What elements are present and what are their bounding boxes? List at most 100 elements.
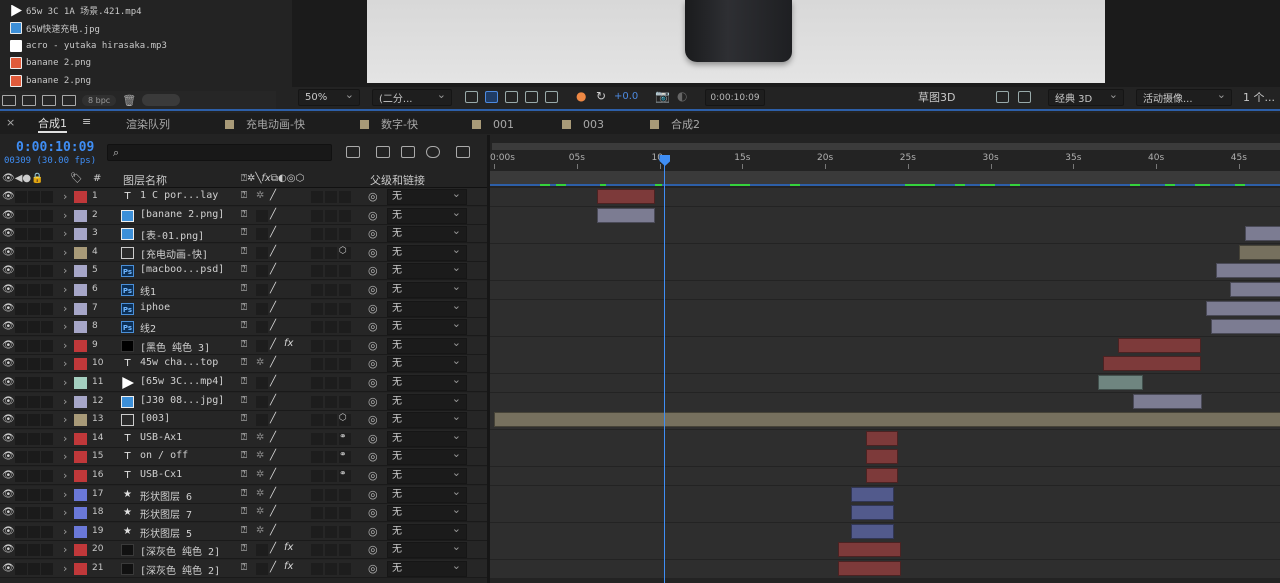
parent-dropdown[interactable]: 无 — [387, 522, 467, 540]
layer-row[interactable]: 👁 › 21 [深灰色 纯色 2] ⍰ ╱ fx ◎ 无 — [0, 559, 1280, 578]
parent-dropdown[interactable]: 无 — [387, 187, 467, 205]
parent-pickwhip-icon[interactable]: ◎ — [368, 525, 378, 538]
visibility-eye-icon[interactable]: 👁 — [2, 265, 15, 276]
visibility-eye-icon[interactable]: 👁 — [2, 303, 15, 314]
shy-switch-icon[interactable]: ⍰ — [241, 339, 247, 350]
switch-box[interactable] — [311, 209, 323, 222]
visibility-eye-icon[interactable]: 👁 — [2, 544, 15, 555]
av-switch[interactable] — [15, 414, 27, 427]
switch-box[interactable] — [325, 321, 337, 334]
3d-layer-icon[interactable]: ⬡ — [339, 246, 347, 256]
shy-switch-icon[interactable]: ⍰ — [241, 469, 247, 480]
quality-switch-icon[interactable]: ╱ — [270, 450, 276, 461]
av-switch[interactable] — [41, 284, 53, 296]
collapse-switch-icon[interactable]: ✲ — [256, 357, 264, 368]
twirl-chevron-icon[interactable]: › — [63, 302, 67, 315]
layer-track[interactable] — [490, 541, 1280, 560]
visibility-eye-icon[interactable]: 👁 — [2, 247, 15, 258]
av-switch[interactable] — [15, 488, 27, 501]
project-item[interactable]: 65w 3C 1A 场景.421.mp4 — [0, 2, 272, 19]
switch-box[interactable] — [339, 525, 351, 538]
parent-pickwhip-icon[interactable]: ◎ — [368, 302, 378, 315]
twirl-chevron-icon[interactable]: › — [63, 209, 67, 222]
layer-row[interactable]: 👁 › 11 [65w 3C...mp4] ⍰ ╱ ◎ 无 — [0, 373, 1280, 392]
av-switch[interactable] — [15, 209, 27, 222]
parent-pickwhip-icon[interactable]: ◎ — [368, 339, 378, 352]
switch-box[interactable] — [339, 209, 351, 222]
close-tab-icon[interactable]: × — [6, 116, 15, 129]
label-color-swatch[interactable] — [74, 488, 87, 501]
switch-box[interactable] — [311, 339, 323, 352]
switch-box[interactable] — [311, 544, 323, 557]
switch-box[interactable] — [311, 488, 323, 501]
collapse-switch-icon[interactable]: ✲ — [256, 469, 264, 480]
layer-track[interactable] — [490, 243, 1280, 262]
layer-name[interactable]: on / off — [140, 450, 188, 461]
layer-track[interactable] — [490, 560, 1280, 578]
av-switch[interactable] — [28, 302, 40, 315]
label-color-swatch[interactable] — [74, 302, 87, 315]
layer-track[interactable] — [490, 336, 1280, 355]
shy-switch-icon[interactable]: ⍰ — [241, 264, 247, 275]
av-switch[interactable] — [15, 525, 27, 538]
label-color-swatch[interactable] — [74, 395, 87, 408]
switch-box[interactable] — [325, 432, 337, 445]
tab-2[interactable]: 充电动画-快 — [225, 116, 305, 132]
collapse-switch[interactable] — [256, 544, 268, 557]
resolution-dropdown[interactable]: (二分... — [372, 88, 452, 106]
av-switch[interactable] — [28, 544, 40, 557]
av-switch[interactable] — [41, 321, 53, 334]
quality-switch-icon[interactable]: ╱ — [270, 190, 276, 201]
parent-dropdown[interactable]: 无 — [387, 373, 467, 391]
visibility-eye-icon[interactable]: 👁 — [2, 470, 15, 481]
av-switch[interactable] — [28, 339, 40, 352]
snapshot-icon[interactable]: 📷 — [655, 89, 670, 103]
layer-track[interactable] — [490, 448, 1280, 467]
av-switch[interactable] — [28, 246, 40, 259]
switch-box[interactable] — [325, 563, 337, 575]
draft-3d-toggle[interactable]: 草图3D — [918, 89, 955, 105]
layer-track[interactable] — [490, 374, 1280, 392]
switch-box[interactable] — [339, 395, 351, 408]
av-switch[interactable] — [28, 209, 40, 222]
reset-exposure-icon[interactable]: ↻ — [596, 89, 606, 103]
layer-row[interactable]: 👁 › 2 [banane 2.png] ⍰ ╱ ◎ 无 — [0, 206, 1280, 225]
layer-row[interactable]: 👁 › 5 Ps [macboo...psd] ⍰ ╱ ◎ 无 — [0, 261, 1280, 281]
quality-switch-icon[interactable]: ╱ — [270, 432, 276, 443]
collapse-switch[interactable] — [256, 339, 268, 352]
layer-row[interactable]: 👁 › 3 [表-01.png] ⍰ ╱ ◎ 无 — [0, 224, 1280, 244]
layer-name[interactable]: 线2 — [140, 320, 156, 335]
trash-icon[interactable]: 🗑 — [122, 94, 136, 107]
quality-switch-icon[interactable]: ╱ — [270, 488, 276, 499]
project-item[interactable]: acro - yutaka hirasaka.mp3 — [0, 37, 272, 54]
shy-switch-icon[interactable]: ⍰ — [241, 320, 247, 331]
twirl-chevron-icon[interactable]: › — [63, 357, 67, 370]
av-switch[interactable] — [41, 339, 53, 352]
parent-pickwhip-icon[interactable]: ◎ — [368, 506, 378, 519]
switch-box[interactable] — [311, 525, 323, 538]
visibility-eye-icon[interactable]: 👁 — [2, 507, 15, 518]
channel-icon[interactable]: ● — [576, 89, 586, 103]
quality-switch-icon[interactable]: ╱ — [270, 339, 276, 350]
magnification-dropdown[interactable]: 50% — [298, 88, 360, 106]
viewer-current-time[interactable]: 0:00:10:09 — [705, 89, 765, 106]
layer-duration-bar[interactable] — [596, 207, 655, 223]
av-switch[interactable] — [41, 525, 53, 538]
label-color-swatch[interactable] — [74, 228, 87, 241]
shy-switch-icon[interactable]: ⍰ — [241, 246, 247, 257]
twirl-chevron-icon[interactable]: › — [63, 543, 67, 556]
layer-track[interactable] — [490, 318, 1280, 337]
layer-duration-bar[interactable] — [866, 468, 898, 483]
label-color-swatch[interactable] — [74, 507, 87, 520]
tab-3[interactable]: 数字-快 — [360, 116, 418, 132]
parent-dropdown[interactable]: 无 — [387, 299, 467, 317]
quality-switch-icon[interactable]: ╱ — [270, 506, 276, 517]
renderer-dropdown[interactable]: 经典 3D — [1048, 88, 1124, 106]
layer-duration-bar[interactable] — [1098, 375, 1143, 390]
layer-name[interactable]: 形状图层 5 — [140, 525, 192, 540]
shy-layers-icon[interactable] — [376, 146, 390, 158]
layer-track[interactable] — [490, 392, 1280, 411]
layer-track[interactable] — [490, 188, 1280, 206]
visibility-eye-icon[interactable]: 👁 — [2, 284, 15, 295]
layer-row[interactable]: 👁 › 9 [黑色 纯色 3] ⍰ ╱ fx ◎ 无 — [0, 336, 1280, 355]
